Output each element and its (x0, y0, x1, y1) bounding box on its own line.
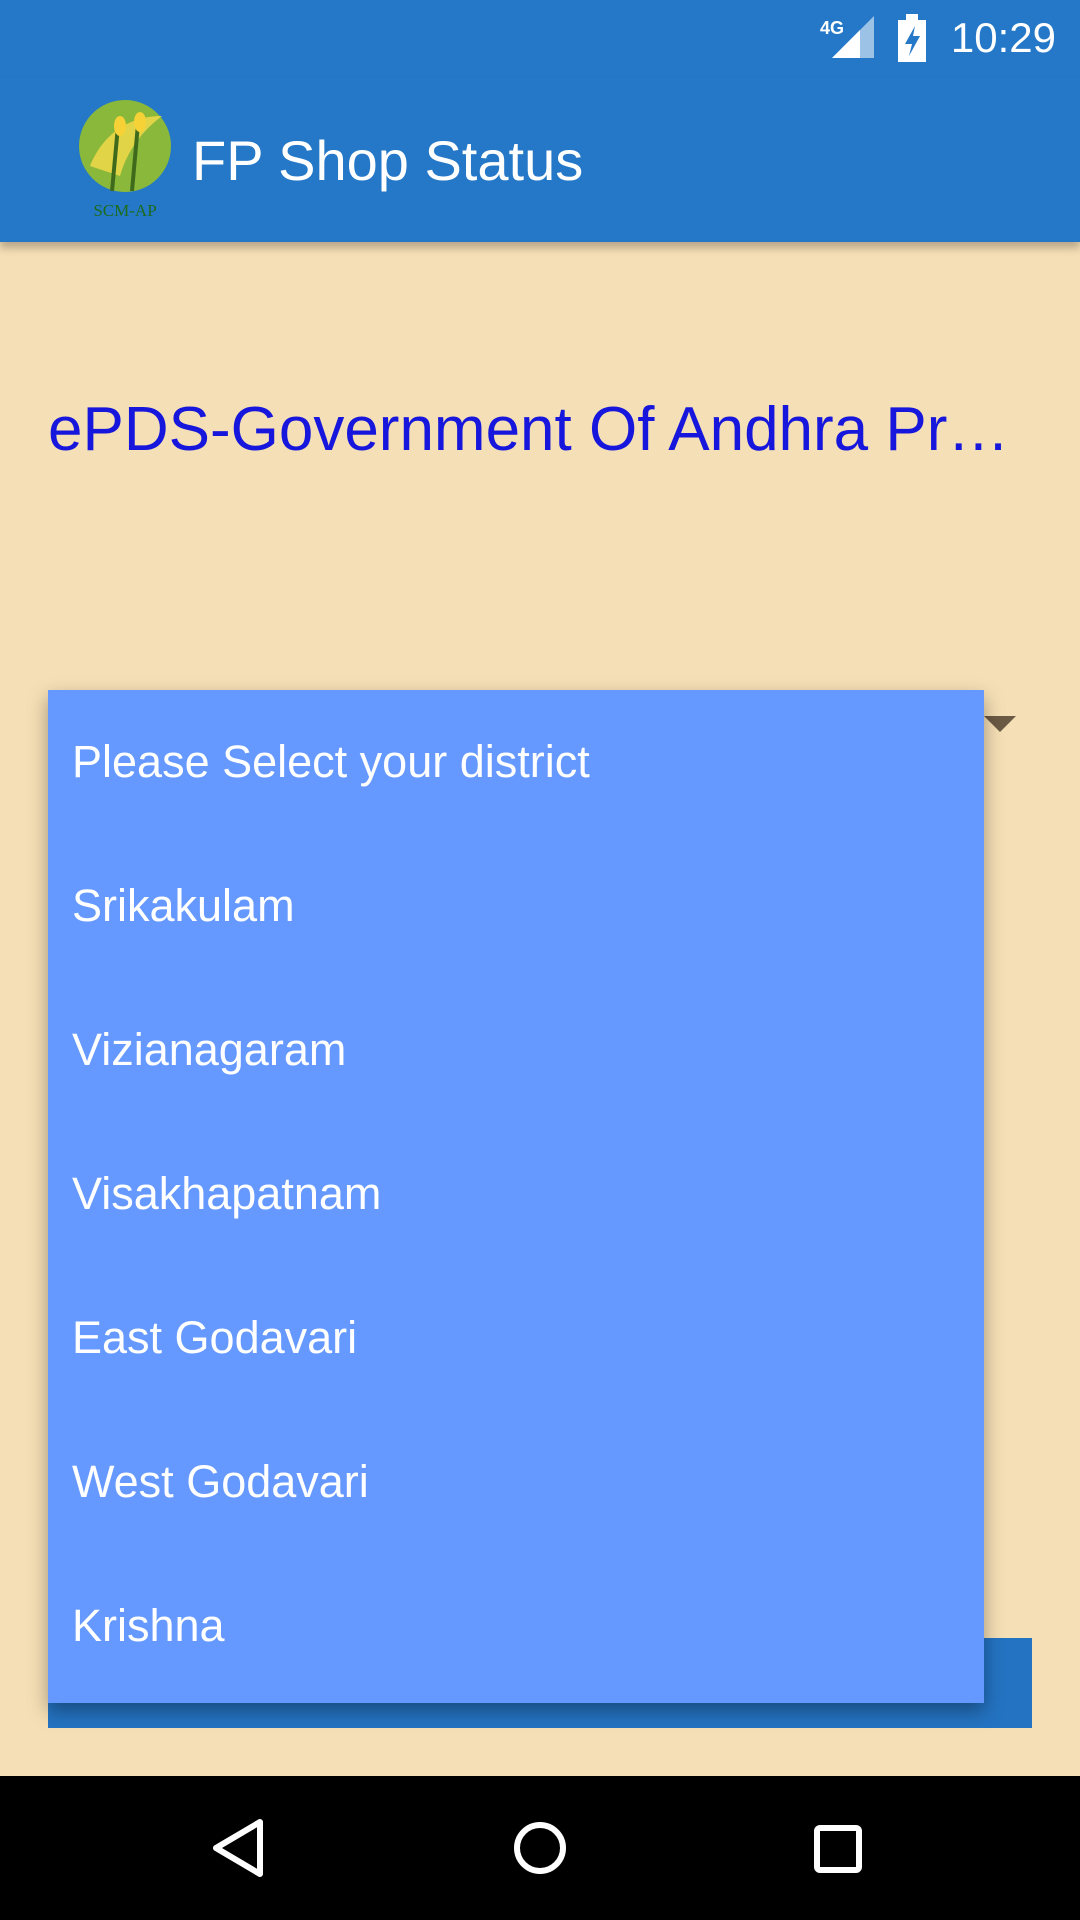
chevron-down-icon[interactable] (984, 716, 1016, 736)
clock: 10:29 (950, 14, 1056, 61)
dropdown-option[interactable]: East Godavari (48, 1266, 984, 1410)
app-title: FP Shop Status (192, 129, 584, 192)
logo-text: SCM-AP (93, 201, 156, 220)
app-logo: SCM-AP (79, 100, 171, 220)
dropdown-option[interactable]: Vizianagaram (48, 978, 984, 1122)
recents-icon[interactable] (813, 1824, 863, 1874)
dropdown-option[interactable]: Visakhapatnam (48, 1122, 984, 1266)
dropdown-option[interactable]: Please Select your district (48, 690, 984, 834)
back-icon[interactable] (210, 1818, 266, 1878)
district-dropdown-list[interactable]: Please Select your district Srikakulam V… (48, 690, 984, 1703)
signal-icon: 4G (820, 16, 874, 58)
home-icon[interactable] (512, 1818, 568, 1878)
dropdown-option[interactable]: Krishna (48, 1554, 984, 1698)
dropdown-option[interactable]: Srikakulam (48, 834, 984, 978)
page-heading: ePDS-Government Of Andhra Pr… (48, 395, 1010, 464)
battery-charging-icon (898, 14, 926, 62)
network-type-label: 4G (820, 18, 844, 38)
dropdown-option[interactable]: West Godavari (48, 1410, 984, 1554)
status-bar: 4G 10:29 (0, 0, 1080, 78)
